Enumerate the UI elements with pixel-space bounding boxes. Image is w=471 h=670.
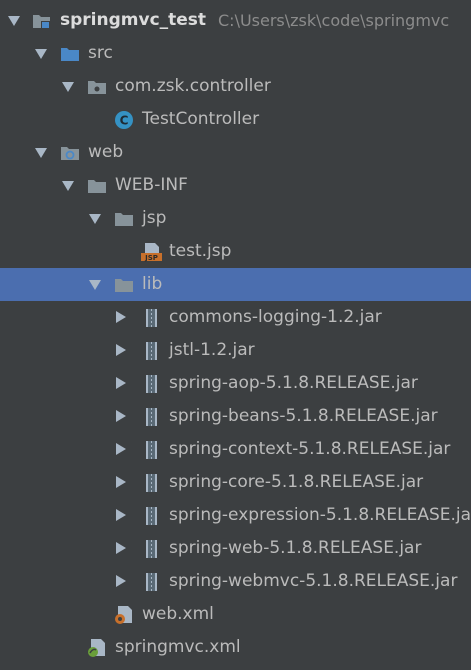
collapse-arrow-icon[interactable] — [116, 377, 126, 389]
package-label: com.zsk.controller — [115, 76, 271, 96]
expand-arrow-icon[interactable] — [62, 181, 74, 191]
collapse-arrow-icon[interactable] — [116, 410, 126, 422]
jar-icon — [142, 473, 162, 493]
jar-label: spring-core-5.1.8.RELEASE.jar — [169, 472, 424, 492]
svg-text:C: C — [120, 114, 129, 128]
expand-arrow-icon[interactable] — [89, 280, 101, 290]
jar-label: spring-context-5.1.8.RELEASE.jar — [169, 439, 451, 459]
folder-icon — [87, 176, 107, 196]
src-label: src — [88, 43, 113, 63]
springmvc-xml-label: springmvc.xml — [115, 637, 241, 657]
package-icon — [87, 77, 107, 97]
collapse-arrow-icon[interactable] — [116, 443, 126, 455]
expand-arrow-icon[interactable] — [8, 16, 20, 26]
module-folder-icon — [32, 11, 52, 31]
tree-node-jar[interactable]: spring-core-5.1.8.RELEASE.jar — [0, 466, 471, 499]
tree-node-jar[interactable]: spring-beans-5.1.8.RELEASE.jar — [0, 400, 471, 433]
tree-node-jsp[interactable]: jsp — [0, 202, 471, 235]
project-name: springmvc_test — [60, 10, 207, 30]
tree-node-package[interactable]: com.zsk.controller — [0, 70, 471, 103]
tree-node-test-controller[interactable]: C TestController — [0, 103, 471, 136]
tree-node-jar[interactable]: commons-logging-1.2.jar — [0, 301, 471, 334]
collapse-arrow-icon[interactable] — [116, 344, 126, 356]
jar-icon — [142, 308, 162, 328]
tree-node-lib[interactable]: lib — [0, 268, 471, 301]
tree-node-src[interactable]: src — [0, 37, 471, 70]
jar-icon — [142, 407, 162, 427]
jar-label: commons-logging-1.2.jar — [169, 307, 382, 327]
expand-arrow-icon[interactable] — [35, 49, 47, 59]
test-jsp-label: test.jsp — [169, 241, 232, 261]
tree-node-springmvc-xml[interactable]: springmvc.xml — [0, 631, 471, 664]
tree-node-jar[interactable]: spring-webmvc-5.1.8.RELEASE.jar — [0, 565, 471, 598]
lib-label: lib — [142, 274, 163, 294]
jar-label: spring-aop-5.1.8.RELEASE.jar — [169, 373, 418, 393]
tree-node-jar[interactable]: jstl-1.2.jar — [0, 334, 471, 367]
tree-node-jar[interactable]: spring-context-5.1.8.RELEASE.jar — [0, 433, 471, 466]
svg-text:JSP: JSP — [144, 254, 158, 262]
jar-icon — [142, 341, 162, 361]
tree-node-jar[interactable]: spring-aop-5.1.8.RELEASE.jar — [0, 367, 471, 400]
project-tree: springmvc_test C:\Users\zsk\code\springm… — [0, 0, 471, 670]
tree-node-web[interactable]: web — [0, 136, 471, 169]
folder-icon — [114, 209, 134, 229]
collapse-arrow-icon[interactable] — [116, 575, 126, 587]
tree-node-web-inf[interactable]: WEB-INF — [0, 169, 471, 202]
expand-arrow-icon[interactable] — [35, 148, 47, 158]
tree-node-test-jsp[interactable]: JSP test.jsp — [0, 235, 471, 268]
tree-node-project[interactable]: springmvc_test C:\Users\zsk\code\springm… — [0, 4, 471, 37]
expand-arrow-icon[interactable] — [89, 214, 101, 224]
jar-label: spring-beans-5.1.8.RELEASE.jar — [169, 406, 438, 426]
jar-icon — [142, 539, 162, 559]
xml-file-icon — [87, 638, 107, 658]
source-folder-icon — [60, 44, 80, 64]
collapse-arrow-icon[interactable] — [116, 476, 126, 488]
tree-node-web-xml[interactable]: web.xml — [0, 598, 471, 631]
jar-label: spring-expression-5.1.8.RELEASE.jar — [169, 505, 471, 525]
jar-label: jstl-1.2.jar — [169, 340, 255, 360]
expand-arrow-icon[interactable] — [62, 82, 74, 92]
jsp-file-icon: JSP — [141, 242, 162, 262]
collapse-arrow-icon[interactable] — [116, 311, 126, 323]
jar-label: spring-web-5.1.8.RELEASE.jar — [169, 538, 422, 558]
folder-icon — [114, 275, 134, 295]
tree-node-jar[interactable]: spring-expression-5.1.8.RELEASE.jar — [0, 499, 471, 532]
xml-file-icon — [114, 605, 134, 625]
jar-icon — [142, 572, 162, 592]
collapse-arrow-icon[interactable] — [116, 509, 126, 521]
jsp-label: jsp — [142, 208, 167, 228]
jar-icon — [142, 440, 162, 460]
web-folder-icon — [60, 143, 80, 163]
jar-icon — [142, 506, 162, 526]
collapse-arrow-icon[interactable] — [116, 542, 126, 554]
web-inf-label: WEB-INF — [115, 175, 188, 195]
jar-label: spring-webmvc-5.1.8.RELEASE.jar — [169, 571, 458, 591]
web-label: web — [88, 142, 124, 162]
project-path: C:\Users\zsk\code\springmvc — [218, 11, 450, 30]
java-class-icon: C — [114, 110, 134, 130]
jar-icon — [142, 374, 162, 394]
tree-node-jar[interactable]: spring-web-5.1.8.RELEASE.jar — [0, 532, 471, 565]
test-controller-label: TestController — [142, 109, 260, 129]
web-xml-label: web.xml — [142, 604, 214, 624]
